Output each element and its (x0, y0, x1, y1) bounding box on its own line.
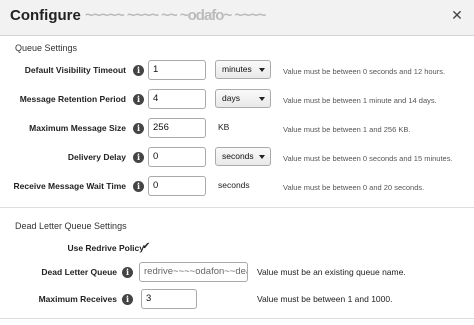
delivery-delay-unit-select[interactable]: seconds (215, 147, 271, 166)
chevron-down-icon (259, 68, 265, 72)
close-icon[interactable]: ✕ (449, 7, 465, 23)
dead-letter-queue-hint: Value must be an existing queue name. (257, 267, 406, 277)
receive-wait-time-label: Receive Message Wait Time (13, 181, 126, 191)
redrive-policy-label: Use Redrive Policy (67, 243, 144, 253)
max-receives-input[interactable]: 3 (141, 289, 197, 309)
receive-wait-time-unit: seconds (218, 180, 250, 190)
info-icon[interactable]: i (122, 267, 133, 278)
queue-settings-heading: Queue Settings (15, 43, 78, 53)
retention-period-unit-value: days (222, 93, 240, 103)
max-message-size-label: Maximum Message Size (29, 123, 126, 133)
info-icon[interactable]: i (122, 294, 133, 305)
info-icon[interactable]: i (133, 123, 144, 134)
dead-letter-queue-input[interactable]: redrive~~~~odafon~~dead-l (139, 262, 248, 282)
retention-period-hint: Value must be between 1 minute and 14 da… (283, 96, 437, 105)
bottom-divider (0, 318, 474, 319)
info-icon[interactable]: i (133, 181, 144, 192)
receive-wait-time-input[interactable]: 0 (148, 176, 206, 196)
delivery-delay-label: Delivery Delay (67, 152, 126, 162)
delivery-delay-hint: Value must be between 0 seconds and 15 m… (283, 154, 453, 163)
info-icon[interactable]: i (133, 152, 144, 163)
info-icon[interactable]: i (133, 94, 144, 105)
visibility-timeout-unit-value: minutes (222, 64, 252, 74)
retention-period-label: Message Retention Period (19, 94, 126, 104)
retention-period-input[interactable]: 4 (148, 89, 206, 109)
visibility-timeout-input[interactable]: 1 (148, 60, 206, 80)
section-divider (0, 207, 474, 208)
dialog-title: Configure ~~~~~ ~~~~ ~~ ~odafo~ ~~~~ (10, 7, 266, 24)
visibility-timeout-label: Default Visibility Timeout (24, 65, 126, 75)
chevron-down-icon (259, 155, 265, 159)
dead-letter-heading: Dead Letter Queue Settings (15, 221, 127, 231)
info-icon[interactable]: i (133, 65, 144, 76)
delivery-delay-input[interactable]: 0 (148, 147, 206, 167)
max-receives-label: Maximum Receives (38, 294, 117, 304)
dialog-header: Configure ~~~~~ ~~~~ ~~ ~odafo~ ~~~~ ✕ (0, 0, 474, 36)
max-receives-hint: Value must be between 1 and 1000. (257, 294, 393, 304)
chevron-down-icon (259, 97, 265, 101)
retention-period-unit-select[interactable]: days (215, 89, 271, 108)
visibility-timeout-hint: Value must be between 0 seconds and 12 h… (283, 67, 446, 76)
dialog-title-obscured: ~~~~~ ~~~~ ~~ ~odafo~ ~~~~ (85, 7, 266, 24)
max-message-size-unit: KB (218, 122, 230, 132)
redrive-policy-checkbox[interactable]: ✔ (142, 242, 151, 252)
receive-wait-time-hint: Value must be between 0 and 20 seconds. (283, 183, 425, 192)
max-message-size-input[interactable]: 256 (148, 118, 206, 138)
dialog-title-text: Configure (10, 7, 81, 24)
dead-letter-queue-label: Dead Letter Queue (41, 267, 117, 277)
visibility-timeout-unit-select[interactable]: minutes (215, 60, 271, 79)
delivery-delay-unit-value: seconds (222, 151, 254, 161)
max-message-size-hint: Value must be between 1 and 256 KB. (283, 125, 411, 134)
